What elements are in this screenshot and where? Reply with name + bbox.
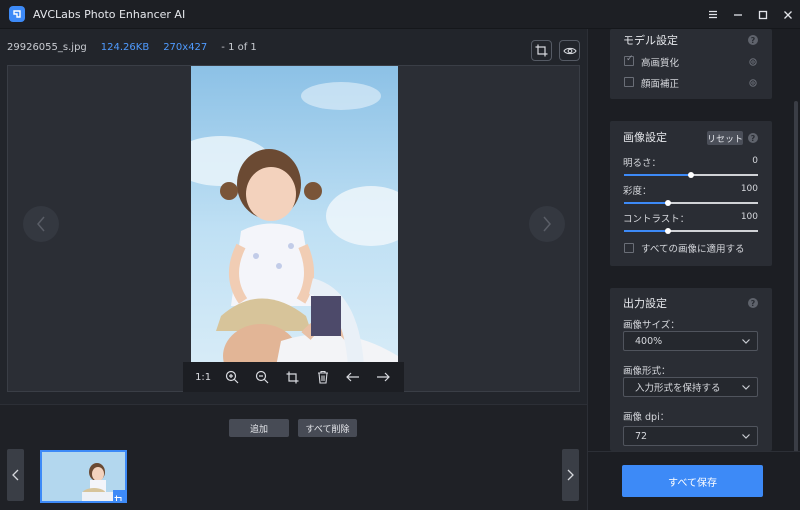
image-preview (7, 65, 580, 392)
menu-icon[interactable] (700, 0, 725, 29)
crop-icon[interactable] (284, 368, 302, 386)
image-dpi-select[interactable]: 72 (623, 426, 758, 446)
chevron-right-icon (543, 216, 551, 232)
saturation-slider[interactable] (624, 200, 758, 206)
brightness-value: 0 (752, 156, 758, 166)
face-enhance-checkbox[interactable] (624, 77, 634, 87)
crop-icon (535, 44, 548, 57)
output-settings-title: 出力設定 (623, 297, 667, 310)
image-size-select[interactable]: 400% (623, 331, 758, 351)
chevron-down-icon (742, 339, 750, 344)
enhance-quality-checkbox[interactable]: ✓ (624, 54, 634, 66)
next-image-button[interactable] (529, 206, 565, 242)
settings-scrollbar[interactable] (794, 101, 798, 481)
chevron-down-icon (742, 434, 750, 439)
gear-icon[interactable] (748, 57, 758, 67)
file-name: 29926055_s.jpg (7, 41, 87, 53)
help-icon[interactable]: ? (748, 298, 758, 308)
slider-knob[interactable] (665, 228, 672, 234)
zoom-in-icon[interactable] (223, 368, 241, 386)
enhance-quality-label: 高画質化 (641, 58, 680, 69)
crop-view-button[interactable] (531, 40, 552, 61)
brightness-label: 明るさ： (623, 158, 662, 169)
output-settings-card: 出力設定 ? 画像サイズ： 400% 画像形式： 入力形式を保持する 画像 dp… (610, 288, 772, 451)
model-settings-card: モデル設定 ? ✓ 高画質化 顔面補正 (610, 29, 772, 99)
app-logo-icon (9, 6, 25, 22)
close-icon[interactable] (775, 0, 800, 29)
eye-icon (562, 47, 577, 54)
slider-fill (624, 202, 669, 204)
file-size: 124.26KB (100, 41, 150, 53)
check-icon: ✓ (626, 54, 634, 64)
image-dpi-value: 72 (635, 430, 648, 442)
image-size-label: 画像サイズ： (623, 320, 680, 331)
settings-panel: モデル設定 ? ✓ 高画質化 顔面補正 画像設定 リセット ? 明るさ： 0 彩… (587, 29, 800, 510)
face-enhance-label: 顔面補正 (641, 79, 680, 90)
chevron-right-icon (567, 469, 574, 481)
save-all-button[interactable]: すべて保存 (622, 465, 763, 497)
brightness-slider[interactable] (624, 172, 758, 178)
zoom-out-icon[interactable] (253, 368, 271, 386)
model-settings-title: モデル設定 (623, 34, 678, 47)
slider-fill (624, 174, 691, 176)
file-dimensions: 270x427 (163, 41, 208, 53)
chevron-down-icon (742, 385, 750, 390)
delete-all-button[interactable]: すべて削除 (298, 419, 357, 437)
image-settings-title: 画像設定 (623, 131, 667, 144)
saturation-label: 彩度： (623, 186, 652, 197)
image-dpi-label: 画像 dpi： (623, 412, 670, 423)
thumbnail-item[interactable] (40, 450, 127, 503)
reset-button[interactable]: リセット (707, 131, 743, 145)
slider-knob[interactable] (688, 172, 694, 178)
saturation-value: 100 (740, 184, 758, 194)
app-window: AVCLabs Photo Enhancer AI 29926055_s.jpg… (0, 0, 800, 510)
maximize-icon[interactable] (750, 0, 775, 29)
add-button[interactable]: 追加 (229, 419, 289, 437)
thumbnail-area: 追加 すべて削除 (0, 404, 587, 510)
image-format-label: 画像形式： (623, 366, 671, 377)
minimize-icon[interactable] (725, 0, 750, 29)
file-count: - 1 of 1 (221, 41, 257, 53)
photo-illustration (191, 66, 398, 391)
chevron-left-icon (12, 469, 19, 481)
arrow-right-icon[interactable] (374, 368, 392, 386)
apply-all-checkbox[interactable] (624, 243, 634, 253)
preview-toggle-button[interactable] (559, 40, 580, 61)
help-icon[interactable]: ? (748, 133, 758, 143)
arrow-left-icon[interactable] (344, 368, 362, 386)
image-settings-card: 画像設定 リセット ? 明るさ： 0 彩度： 100 コントラスト： 100 す… (610, 121, 772, 266)
contrast-slider[interactable] (624, 228, 758, 234)
slider-fill (624, 230, 669, 232)
previous-image-button[interactable] (23, 206, 59, 242)
image-toolbar: 1:1 (183, 362, 404, 392)
gear-icon[interactable] (748, 78, 758, 88)
apply-all-label: すべての画像に適用する (641, 244, 745, 255)
chevron-left-icon (37, 216, 45, 232)
image-size-value: 400% (635, 335, 663, 347)
title-bar: AVCLabs Photo Enhancer AI (0, 0, 800, 29)
help-icon[interactable]: ? (748, 35, 758, 45)
actual-size-button[interactable]: 1:1 (195, 372, 211, 383)
slider-knob[interactable] (665, 200, 672, 206)
file-info-bar: 29926055_s.jpg 124.26KB 270x427 - 1 of 1 (0, 29, 587, 65)
save-area: すべて保存 (588, 451, 800, 510)
contrast-value: 100 (740, 212, 758, 222)
contrast-label: コントラスト： (623, 214, 690, 225)
app-title: AVCLabs Photo Enhancer AI (33, 7, 186, 21)
thumbnail-next-button[interactable] (562, 449, 579, 501)
image-format-value: 入力形式を保持する (635, 383, 721, 394)
photo-image (191, 66, 398, 391)
trash-icon[interactable] (314, 368, 332, 386)
thumbnail-prev-button[interactable] (7, 449, 24, 501)
image-format-select[interactable]: 入力形式を保持する (623, 377, 758, 397)
crop-badge-icon (113, 490, 125, 501)
